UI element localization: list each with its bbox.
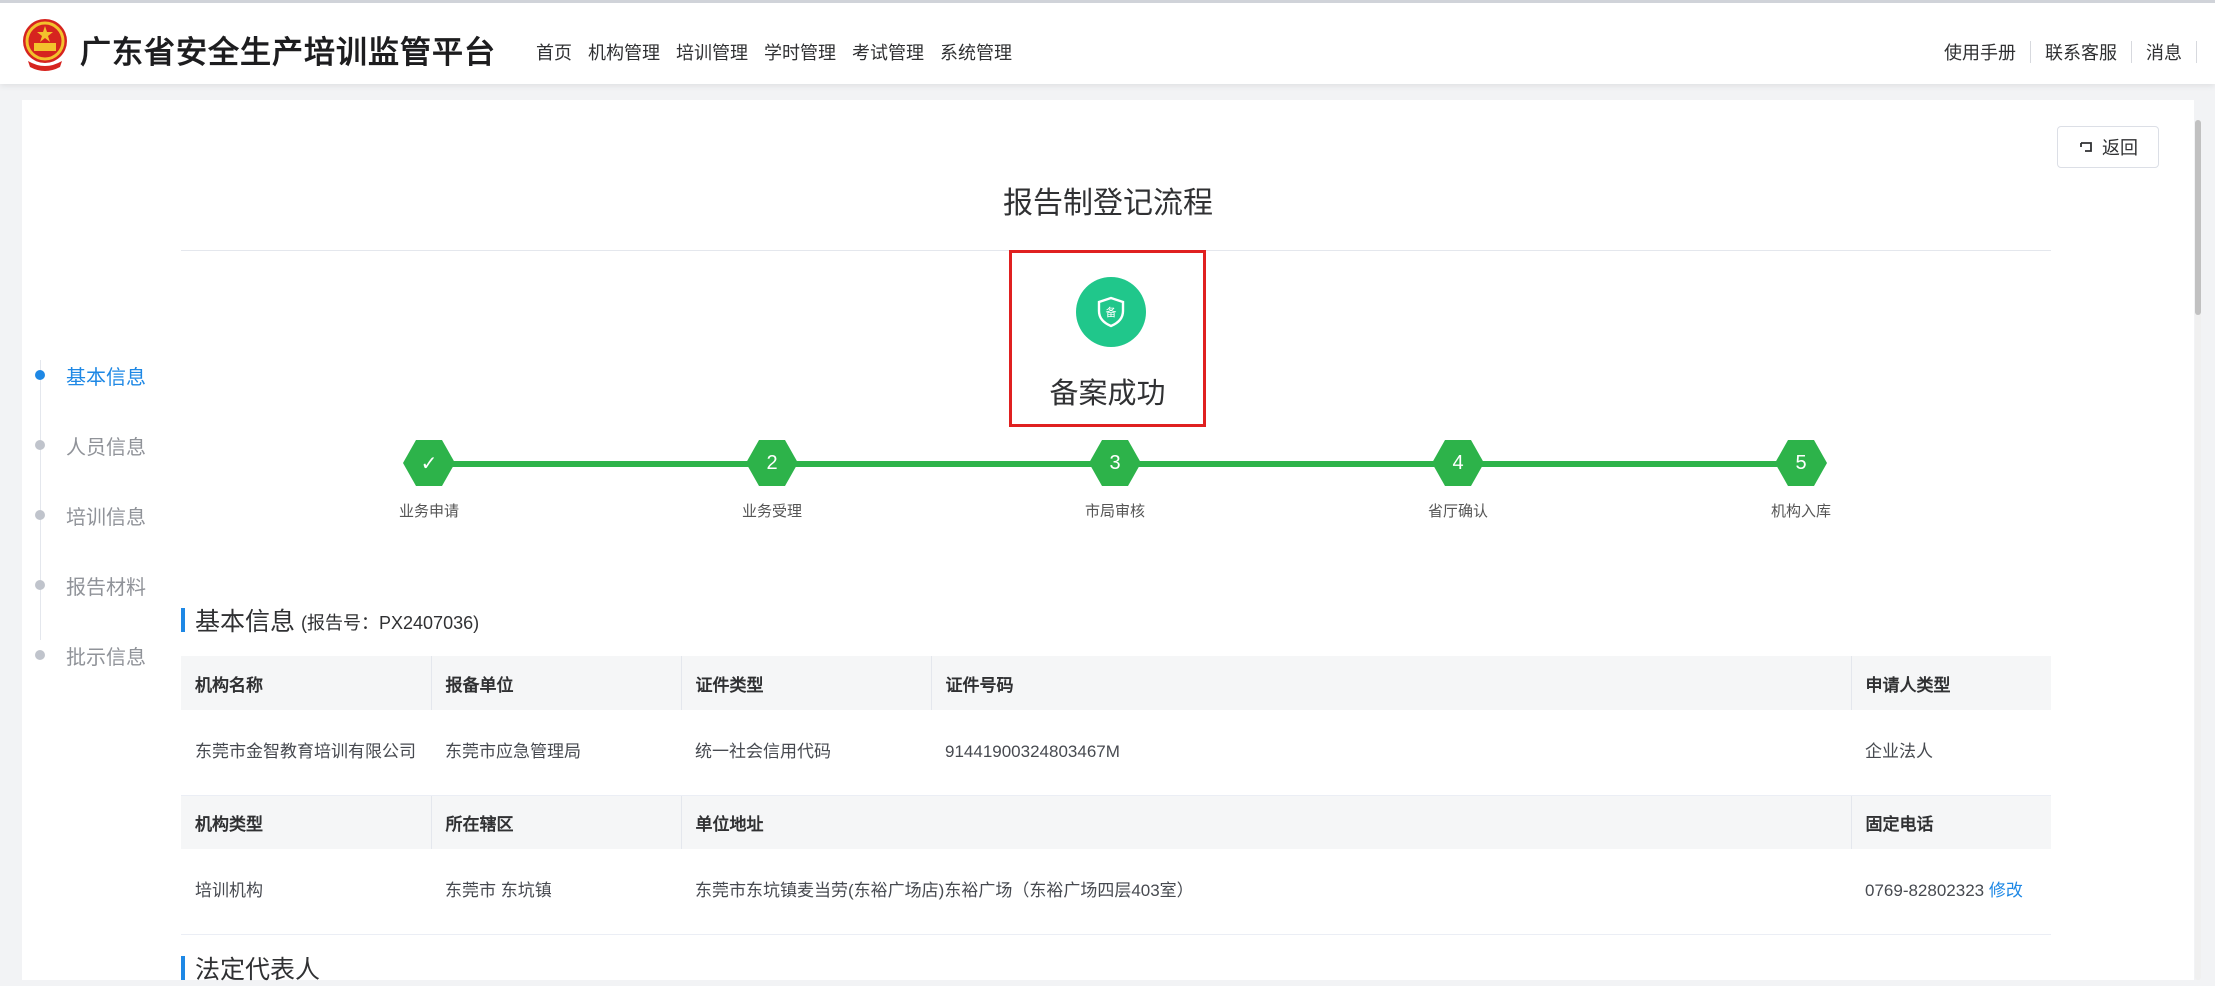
anchor-label: 报告材料 [66, 576, 146, 599]
legal-rep-header: 法定代表人 [181, 950, 320, 986]
anchor-dot [35, 440, 45, 450]
nav-item-home[interactable]: 首页 [536, 39, 572, 65]
section-anchor-nav: 基本信息 人员信息 培训信息 报告材料 批示信息 [22, 340, 146, 690]
step-3-label: 市局审核 [1084, 503, 1145, 520]
applicant-type: 企业法人 [1851, 710, 2051, 796]
header-cell: 固定电话 [1851, 795, 2051, 849]
table-row: 东莞市金智教育培训有限公司 东莞市应急管理局 统一社会信用代码 91441900… [181, 710, 2051, 796]
step-2: 2 业务受理 [702, 440, 842, 521]
report-number: (报告号：PX2407036) [301, 613, 480, 633]
anchor-dot [35, 580, 45, 590]
anchor-label: 批示信息 [66, 646, 146, 669]
filing-unit: 东莞市应急管理局 [431, 710, 681, 796]
table-row: 培训机构 东莞市 东坑镇 东莞市东坑镇麦当劳(东裕广场店)东裕广场（东裕广场四层… [181, 849, 2051, 935]
nav-item-institution[interactable]: 机构管理 [588, 39, 660, 65]
main-card: 返回 报告制登记流程 备 备案成功 ✓ 业务申请 2 业务受理 3 市局审核 4… [22, 100, 2194, 984]
jurisdiction: 东莞市 东坑镇 [431, 849, 681, 935]
anchor-label: 基本信息 [66, 366, 146, 389]
scrollbar-thumb[interactable] [2195, 120, 2201, 315]
header-cell: 证件类型 [681, 656, 932, 710]
anchor-personnel-info[interactable]: 人员信息 [22, 410, 146, 480]
return-icon [2080, 142, 2092, 152]
step-4-marker: 4 [1432, 440, 1484, 486]
phone-cell: 0769-82802323 修改 [1851, 849, 2051, 935]
institution-name: 东莞市金智教育培训有限公司 [181, 710, 431, 796]
fixed-phone: 0769-82802323 [1865, 881, 1985, 901]
institution-type: 培训机构 [181, 849, 431, 935]
table-header-row: 机构名称 报备单位 证件类型 证件号码 申请人类型 [181, 656, 2051, 710]
anchor-dot [35, 650, 45, 660]
header-cell: 证件号码 [931, 656, 1852, 710]
step-5-label: 机构入库 [1770, 503, 1831, 520]
step-4-label: 省厅确认 [1427, 503, 1488, 520]
certificate-type: 统一社会信用代码 [681, 710, 931, 796]
step-2-marker: 2 [746, 440, 798, 486]
anchor-training-info[interactable]: 培训信息 [22, 480, 146, 550]
section-accent-bar [181, 956, 185, 980]
messages-link[interactable]: 消息 [2132, 39, 2196, 65]
table-header-row: 机构类型 所在辖区 单位地址 固定电话 [181, 795, 2051, 849]
certificate-number: 91441900324803467M [931, 710, 1851, 796]
step-4: 4 省厅确认 [1388, 440, 1528, 521]
anchor-dot [35, 370, 45, 380]
step-5-marker: 5 [1775, 440, 1827, 486]
step-1: ✓ 业务申请 [359, 440, 499, 521]
status-highlight-box: 备 备案成功 [1009, 250, 1206, 427]
header-cell: 所在辖区 [431, 795, 682, 849]
app-title: 广东省安全生产培训监管平台 [80, 35, 496, 70]
header-links: 使用手册 联系客服 消息 [1930, 39, 2197, 65]
status-icon-glyph: 备 [1106, 305, 1117, 319]
basic-info-table: 机构名称 报备单位 证件类型 证件号码 申请人类型 东莞市金智教育培训有限公司 … [181, 656, 2051, 935]
anchor-report-materials[interactable]: 报告材料 [22, 550, 146, 620]
anchor-label: 培训信息 [66, 506, 146, 529]
header-cell: 机构名称 [181, 656, 432, 710]
step-5: 5 机构入库 [1731, 440, 1871, 521]
header-cell: 申请人类型 [1851, 656, 2051, 710]
main-nav: 首页 机构管理 培训管理 学时管理 考试管理 系统管理 [536, 39, 1028, 65]
edit-phone-link[interactable]: 修改 [1989, 881, 2023, 900]
filing-shield-icon: 备 [1076, 277, 1146, 347]
basic-info-header: 基本信息 (报告号：PX2407036) [181, 602, 479, 638]
step-2-label: 业务受理 [741, 503, 802, 520]
anchor-basic-info[interactable]: 基本信息 [22, 340, 146, 410]
section-accent-bar [181, 608, 185, 632]
support-link[interactable]: 联系客服 [2031, 39, 2131, 65]
step-3-marker: 3 [1089, 440, 1141, 486]
back-button-label: 返回 [2102, 138, 2138, 158]
nav-item-system[interactable]: 系统管理 [940, 39, 1012, 65]
nav-item-hours[interactable]: 学时管理 [764, 39, 836, 65]
back-button[interactable]: 返回 [2057, 126, 2159, 168]
page-title: 报告制登记流程 [1003, 187, 1213, 220]
nav-item-training[interactable]: 培训管理 [676, 39, 748, 65]
nav-item-exam[interactable]: 考试管理 [852, 39, 924, 65]
link-divider [2196, 41, 2197, 63]
manual-link[interactable]: 使用手册 [1930, 39, 2030, 65]
header-cell: 报备单位 [431, 656, 682, 710]
anchor-label: 人员信息 [66, 436, 146, 459]
unit-address: 东莞市东坑镇麦当劳(东裕广场店)东裕广场（东裕广场四层403室） [681, 849, 1851, 935]
status-text: 备案成功 [1049, 378, 1166, 410]
section-title: 基本信息 [195, 608, 296, 636]
section-title: 法定代表人 [195, 956, 321, 984]
step-3: 3 市局审核 [1045, 440, 1185, 521]
header-cell: 机构类型 [181, 795, 432, 849]
national-emblem-icon [23, 19, 67, 71]
step-1-marker: ✓ [403, 440, 455, 486]
anchor-dot [35, 510, 45, 520]
anchor-approval-info[interactable]: 批示信息 [22, 620, 146, 690]
step-1-label: 业务申请 [398, 503, 459, 520]
header-cell: 单位地址 [681, 795, 1852, 849]
top-bar: 广东省安全生产培训监管平台 首页 机构管理 培训管理 学时管理 考试管理 系统管… [0, 0, 2215, 84]
